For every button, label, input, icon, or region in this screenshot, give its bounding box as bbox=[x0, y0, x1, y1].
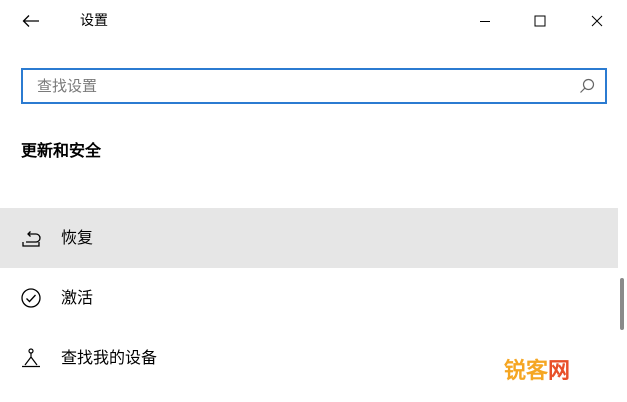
search-box bbox=[21, 68, 607, 104]
title-bar: 设置 bbox=[0, 0, 627, 42]
watermark-text-main: 锐客 bbox=[504, 359, 549, 384]
close-button[interactable] bbox=[574, 0, 620, 42]
nav-label-find-my-device: 查找我的设备 bbox=[61, 348, 158, 367]
search-input[interactable] bbox=[23, 70, 571, 102]
search-button[interactable] bbox=[577, 76, 597, 96]
activation-check-icon bbox=[19, 286, 43, 310]
close-icon bbox=[591, 15, 603, 27]
section-heading: 更新和安全 bbox=[21, 141, 102, 160]
nav-item-activation[interactable]: 激活 bbox=[0, 268, 618, 328]
settings-window: 设置 更新和安全 bbox=[0, 0, 627, 402]
find-device-icon bbox=[19, 346, 43, 370]
watermark-text-accent: 网 bbox=[548, 359, 571, 384]
search-icon bbox=[580, 78, 595, 93]
watermark-logo: 锐客网 bbox=[504, 356, 570, 388]
nav-label-activation: 激活 bbox=[61, 288, 94, 307]
maximize-button[interactable] bbox=[517, 0, 563, 42]
minimize-icon bbox=[480, 21, 490, 22]
back-arrow-icon bbox=[22, 15, 39, 27]
window-title: 设置 bbox=[80, 13, 108, 29]
back-button[interactable] bbox=[10, 5, 52, 37]
maximize-icon bbox=[534, 15, 546, 27]
minimize-button[interactable] bbox=[462, 0, 508, 42]
nav-label-recovery: 恢复 bbox=[61, 228, 94, 247]
scrollbar-thumb[interactable] bbox=[620, 278, 624, 330]
recovery-icon bbox=[19, 226, 43, 250]
nav-item-recovery[interactable]: 恢复 bbox=[0, 208, 618, 268]
